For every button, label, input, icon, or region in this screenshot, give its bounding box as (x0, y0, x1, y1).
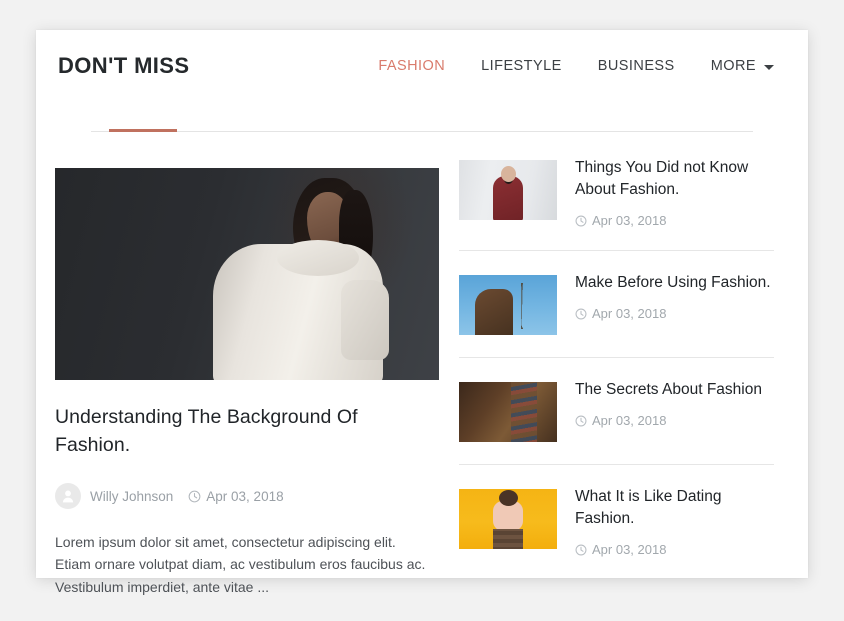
list-divider (459, 250, 774, 251)
list-item-text: What It is Like Dating Fashion. Apr 03, … (575, 486, 774, 557)
featured-author: Willy Johnson (90, 488, 174, 504)
list-item-thumbnail[interactable] (459, 275, 557, 335)
nav-item-label: BUSINESS (597, 58, 675, 74)
list-item-text: The Secrets About Fashion Apr 03, 2018 (575, 379, 762, 428)
list-item[interactable]: Make Before Using Fashion. Apr 03, 2018 (459, 272, 774, 335)
clock-icon (575, 308, 587, 319)
list-item-text: Make Before Using Fashion. Apr 03, 2018 (575, 272, 771, 321)
dont-miss-card: DON'T MISS FASHION LIFESTYLE BUSINESS MO… (36, 30, 808, 595)
card-body: Understanding The Background Of Fashion.… (36, 132, 808, 598)
card-header: DON'T MISS FASHION LIFESTYLE BUSINESS MO… (36, 30, 808, 102)
page-root: DON'T MISS FASHION LIFESTYLE BUSINESS MO… (0, 0, 844, 621)
list-item-date: Apr 03, 2018 (575, 542, 774, 557)
list-item-title[interactable]: The Secrets About Fashion (575, 379, 762, 401)
featured-excerpt: Lorem ipsum dolor sit amet, consectetur … (55, 534, 426, 595)
avatar (55, 483, 81, 510)
list-item-date-label: Apr 03, 2018 (592, 413, 667, 428)
nav-item-fashion[interactable]: FASHION (360, 52, 463, 80)
thumb-figure-head (499, 490, 518, 506)
nav-item-lifestyle[interactable]: LIFESTYLE (463, 52, 580, 80)
list-divider (459, 464, 774, 465)
hero-sleeve (341, 280, 389, 360)
featured-title[interactable]: Understanding The Background Of Fashion. (55, 404, 385, 459)
chevron-down-icon (764, 64, 774, 70)
featured-article: Understanding The Background Of Fashion.… (36, 132, 440, 598)
featured-image[interactable] (55, 168, 439, 380)
featured-date: Apr 03, 2018 (188, 488, 284, 504)
list-item-date: Apr 03, 2018 (575, 213, 774, 228)
list-item-thumbnail[interactable] (459, 382, 557, 442)
page-title: DON'T MISS (58, 53, 190, 78)
featured-meta: Willy Johnson Apr 03, 2018 (55, 483, 440, 510)
list-item[interactable]: Things You Did not Know About Fashion. A… (459, 157, 774, 228)
nav-item-business[interactable]: BUSINESS (580, 52, 693, 80)
nav-item-more[interactable]: MORE (693, 52, 784, 80)
list-item-date: Apr 03, 2018 (575, 306, 771, 321)
list-divider (459, 357, 774, 358)
list-item[interactable]: The Secrets About Fashion Apr 03, 2018 (459, 379, 774, 442)
clock-icon (188, 490, 201, 503)
clock-icon (575, 544, 587, 555)
list-item-text: Things You Did not Know About Fashion. A… (575, 157, 774, 228)
list-item-title[interactable]: Things You Did not Know About Fashion. (575, 157, 774, 201)
list-item-title[interactable]: What It is Like Dating Fashion. (575, 486, 774, 530)
list-item-title[interactable]: Make Before Using Fashion. (575, 272, 771, 294)
clock-icon (575, 415, 587, 426)
list-item-date-label: Apr 03, 2018 (592, 542, 667, 557)
list-item-date-label: Apr 03, 2018 (592, 306, 667, 321)
nav-item-label: MORE (710, 58, 756, 74)
article-list: Things You Did not Know About Fashion. A… (440, 132, 808, 598)
list-item-thumbnail[interactable] (459, 160, 557, 220)
nav-item-label: LIFESTYLE (481, 58, 562, 74)
nav-item-label: FASHION (378, 58, 446, 74)
list-item-thumbnail[interactable] (459, 489, 557, 549)
list-item[interactable]: What It is Like Dating Fashion. Apr 03, … (459, 486, 774, 557)
hero-collar (277, 240, 359, 276)
featured-date-label: Apr 03, 2018 (206, 488, 284, 504)
list-item-date-label: Apr 03, 2018 (592, 213, 667, 228)
clock-icon (575, 215, 587, 226)
list-item-date: Apr 03, 2018 (575, 413, 762, 428)
main-nav: FASHION LIFESTYLE BUSINESS MORE (360, 52, 784, 80)
